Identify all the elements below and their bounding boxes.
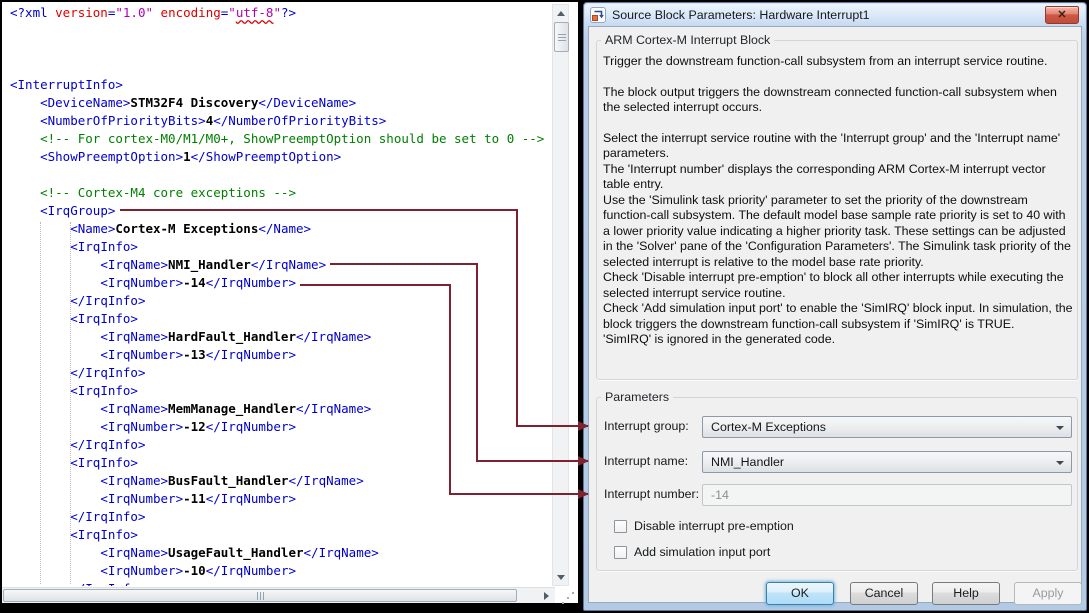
code-line: <IrqNumber>-12</IrqNumber> <box>10 418 551 436</box>
screenshot-root: <?xml version="1.0" encoding="utf-8"?> <I… <box>0 0 1089 613</box>
dialog-title: Source Block Parameters: Hardware Interr… <box>612 8 870 22</box>
parameters-group-title: Parameters <box>601 390 673 404</box>
code-line: </IrqInfo> <box>10 580 551 586</box>
arrow-down-icon <box>557 575 565 580</box>
xml-code-area[interactable]: <?xml version="1.0" encoding="utf-8"?> <I… <box>2 2 551 586</box>
code-line <box>10 40 551 58</box>
add-simulation-input-port-label: Add simulation input port <box>634 545 770 559</box>
scroll-up-button[interactable] <box>553 5 568 21</box>
vertical-scrollbar[interactable] <box>552 4 569 586</box>
code-line: <!-- For cortex-M0/M1/M0+, ShowPreemptOp… <box>10 130 551 148</box>
code-line: <ShowPreemptOption>1</ShowPreemptOption> <box>10 148 551 166</box>
xml-editor-pane: <?xml version="1.0" encoding="utf-8"?> <I… <box>2 2 578 603</box>
dialog-body: ARM Cortex-M Interrupt Block Trigger the… <box>588 26 1082 603</box>
disable-interrupt-preemption-checkbox[interactable] <box>614 520 627 533</box>
horizontal-scrollbar[interactable] <box>2 587 555 603</box>
code-line: <IrqName>MemManage_Handler</IrqName> <box>10 400 551 418</box>
code-line <box>10 58 551 76</box>
description-paragraph: Select the interrupt service routine wit… <box>603 131 1073 162</box>
description-paragraph: Check 'Add simulation input port' to ena… <box>603 301 1073 332</box>
code-line: </IrqInfo> <box>10 436 551 454</box>
description-paragraph: Use the 'Simulink task priority' paramet… <box>603 193 1073 271</box>
code-line <box>10 22 551 40</box>
description-paragraph: 'SimIRQ' is ignored in the generated cod… <box>603 332 1073 348</box>
code-line <box>10 166 551 184</box>
code-line: <IrqName>UsageFault_Handler</IrqName> <box>10 544 551 562</box>
cancel-button[interactable]: Cancel <box>850 582 918 605</box>
code-line: <IrqGroup> <box>10 202 551 220</box>
code-line: <IrqName>HardFault_Handler</IrqName> <box>10 328 551 346</box>
interrupt-name-dropdown[interactable]: NMI_Handler <box>702 451 1072 473</box>
description-paragraph: Check 'Disable interrupt pre-emption' to… <box>603 270 1073 301</box>
code-line: <IrqNumber>-11</IrqNumber> <box>10 490 551 508</box>
scroll-right-button[interactable] <box>539 589 554 602</box>
code-line: <NumberOfPriorityBits>4</NumberOfPriorit… <box>10 112 551 130</box>
thumb-grip-icon <box>257 592 264 600</box>
interrupt-group-label: Interrupt group: <box>604 419 689 433</box>
code-line: <IrqNumber>-14</IrqNumber> <box>10 274 551 292</box>
code-line: <IrqName>NMI_Handler</IrqName> <box>10 256 551 274</box>
dropdown-arrow-icon <box>1056 461 1064 465</box>
code-line: </IrqInfo> <box>10 292 551 310</box>
interrupt-number-label: Interrupt number: <box>604 487 699 501</box>
ok-button[interactable]: OK <box>766 582 834 605</box>
code-line: <IrqNumber>-10</IrqNumber> <box>10 562 551 580</box>
arrow-right-icon <box>544 592 549 600</box>
help-button[interactable]: Help <box>932 582 1000 605</box>
dialog-titlebar[interactable]: Source Block Parameters: Hardware Interr… <box>585 4 1085 26</box>
interrupt-number-input: -14 <box>702 484 1072 506</box>
description-paragraph: The 'Interrupt number' displays the corr… <box>603 162 1073 193</box>
simulink-block-icon <box>590 7 606 23</box>
code-line: </IrqInfo> <box>10 508 551 526</box>
code-line: <IrqInfo> <box>10 310 551 328</box>
add-simulation-input-port-checkbox[interactable] <box>614 546 627 559</box>
description-paragraph: Trigger the downstream function-call sub… <box>603 54 1073 70</box>
close-button[interactable]: ✕ <box>1045 6 1079 24</box>
source-block-parameters-dialog: Source Block Parameters: Hardware Interr… <box>583 2 1087 611</box>
description-paragraph: The block output triggers the downstream… <box>603 85 1073 116</box>
interrupt-name-value: NMI_Handler <box>711 455 784 469</box>
thumb-grip-icon <box>558 34 566 41</box>
vertical-scrollbar-thumb[interactable] <box>554 22 569 52</box>
code-line: <?xml version="1.0" encoding="utf-8"?> <box>10 4 551 22</box>
arrow-up-icon <box>557 11 565 16</box>
block-description-text: Trigger the downstream function-call sub… <box>603 54 1073 348</box>
code-line: <IrqNumber>-13</IrqNumber> <box>10 346 551 364</box>
block-description-group-title: ARM Cortex-M Interrupt Block <box>601 33 774 47</box>
horizontal-scrollbar-thumb[interactable] <box>3 589 517 602</box>
code-line: <IrqName>BusFault_Handler</IrqName> <box>10 472 551 490</box>
interrupt-group-value: Cortex-M Exceptions <box>711 420 826 434</box>
code-line: </IrqInfo> <box>10 364 551 382</box>
code-line: <InterruptInfo> <box>10 76 551 94</box>
code-line: <IrqInfo> <box>10 526 551 544</box>
code-line: <IrqInfo> <box>10 238 551 256</box>
code-line: <IrqInfo> <box>10 454 551 472</box>
dropdown-arrow-icon <box>1056 426 1064 430</box>
disable-interrupt-preemption-label: Disable interrupt pre-emption <box>634 519 794 533</box>
apply-button: Apply <box>1014 582 1082 605</box>
resize-grip[interactable] <box>562 592 574 604</box>
close-icon: ✕ <box>1057 10 1066 21</box>
code-line: <DeviceName>STM32F4 Discovery</DeviceNam… <box>10 94 551 112</box>
scroll-down-button[interactable] <box>553 569 568 585</box>
code-line: <IrqInfo> <box>10 382 551 400</box>
interrupt-group-dropdown[interactable]: Cortex-M Exceptions <box>702 416 1072 438</box>
interrupt-name-label: Interrupt name: <box>604 454 688 468</box>
code-line: <Name>Cortex-M Exceptions</Name> <box>10 220 551 238</box>
code-line: <!-- Cortex-M4 core exceptions --> <box>10 184 551 202</box>
